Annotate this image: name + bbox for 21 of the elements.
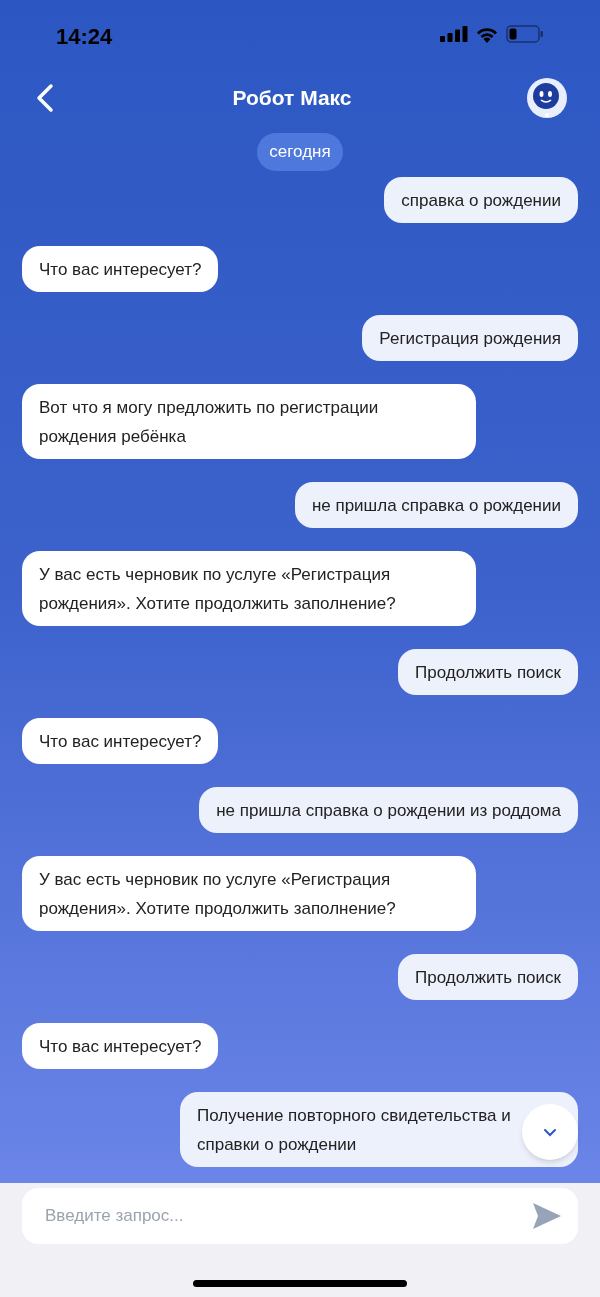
message-bubble: Продолжить поиск <box>398 954 578 1000</box>
chevron-down-icon <box>543 1127 557 1137</box>
message-bubble: не пришла справка о рождении из роддома <box>199 787 578 833</box>
wifi-icon <box>475 25 499 43</box>
message-bubble: справка о рождении <box>384 177 578 223</box>
battery-icon <box>506 25 544 43</box>
message-input[interactable]: Введите запрос... <box>22 1188 578 1244</box>
chat-title: Робот Макс <box>232 85 352 112</box>
message-bubble: Вот что я могу предложить по регистрации рождения ребёнка <box>22 384 476 459</box>
robot-avatar-icon[interactable] <box>526 77 568 119</box>
message-bubble: У вас есть черновик по услуге «Регистрация рождения». Хотите продолжить заполнение? <box>22 551 476 626</box>
message-bubble: Продолжить поиск <box>398 649 578 695</box>
message-bubble: Что вас интересует? <box>22 718 219 764</box>
message-bubble: Что вас интересует? <box>22 1023 219 1069</box>
message-bubble: У вас есть черновик по услуге «Регистрация рождения». Хотите продолжить заполнение? <box>22 856 476 931</box>
message-bubble: не пришла справка о рождении <box>294 482 578 528</box>
message-bubble: Регистрация рождения <box>362 315 578 361</box>
message-bubble: Что вас интересует? <box>22 246 219 292</box>
date-chip: сегодня <box>257 133 343 171</box>
signal-icon <box>440 26 468 42</box>
status-time: 14:24 <box>56 22 113 51</box>
